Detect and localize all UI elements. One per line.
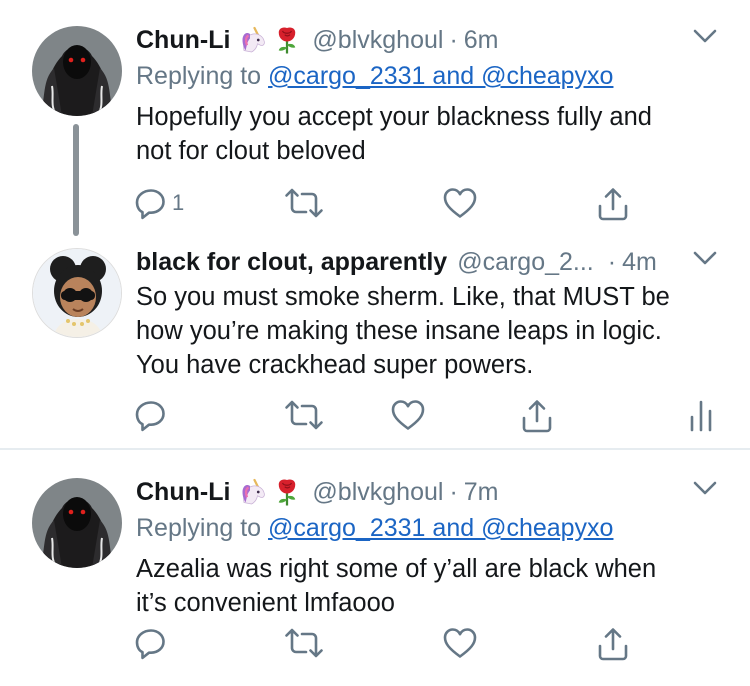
reply-button[interactable] bbox=[134, 398, 168, 432]
tweet-text-line: how you’re making these insane leaps in … bbox=[136, 317, 662, 345]
reply-icon bbox=[134, 626, 168, 660]
tweet-text: So you must smoke sherm. Like, that MUST… bbox=[136, 280, 736, 382]
chevron-down-icon[interactable] bbox=[692, 250, 718, 266]
like-button[interactable] bbox=[390, 398, 426, 432]
share-icon bbox=[596, 626, 630, 662]
tweet-text: Hopefully you accept your blackness full… bbox=[136, 100, 736, 168]
replying-prefix: Replying to bbox=[136, 514, 262, 542]
name-emoji bbox=[238, 477, 302, 507]
handle[interactable]: @blvkghoul bbox=[312, 478, 443, 507]
chevron-down-icon[interactable] bbox=[692, 480, 718, 496]
tweet[interactable]: black for clout, apparently @cargo_2... … bbox=[0, 240, 750, 450]
replying-to: Replying to @cargo_2331 and @cheapyxo bbox=[136, 514, 613, 543]
separator: · bbox=[449, 477, 458, 506]
mention-links[interactable]: @cargo_2331 and @cheapyxo bbox=[268, 62, 613, 90]
share-button[interactable] bbox=[520, 398, 554, 434]
display-name[interactable]: Chun-Li bbox=[136, 478, 230, 507]
replying-prefix: Replying to bbox=[136, 62, 262, 90]
retweet-button[interactable] bbox=[284, 186, 324, 220]
tweet-text: Azealia was right some of y’all are blac… bbox=[136, 552, 736, 620]
timestamp[interactable]: 6m bbox=[464, 26, 499, 55]
retweet-button[interactable] bbox=[284, 398, 324, 432]
rose-emoji bbox=[272, 477, 302, 507]
reply-button[interactable] bbox=[134, 626, 168, 660]
display-name[interactable]: Chun-Li bbox=[136, 26, 230, 55]
tweet-text-line: So you must smoke sherm. Like, that MUST… bbox=[136, 283, 670, 311]
name-emoji bbox=[238, 25, 302, 55]
reply-icon bbox=[134, 398, 168, 432]
tweet-actions bbox=[134, 398, 750, 438]
avatar[interactable] bbox=[32, 478, 122, 568]
analytics-button[interactable] bbox=[686, 398, 716, 432]
retweet-icon bbox=[284, 398, 324, 432]
timestamp[interactable]: 4m bbox=[622, 248, 657, 277]
tweet-header: black for clout, apparently @cargo_2... … bbox=[136, 244, 730, 280]
share-button[interactable] bbox=[596, 626, 630, 662]
heart-icon bbox=[442, 626, 478, 660]
rose-emoji bbox=[272, 25, 302, 55]
mention-links[interactable]: @cargo_2331 and @cheapyxo bbox=[268, 514, 613, 542]
tweet[interactable]: Chun-Li @blvkghoul · 7m Replying to @car… bbox=[0, 452, 750, 686]
unicorn-emoji bbox=[238, 477, 268, 507]
avatar[interactable] bbox=[32, 26, 122, 116]
avatar[interactable] bbox=[32, 248, 122, 338]
handle[interactable]: @blvkghoul bbox=[312, 26, 443, 55]
retweet-button[interactable] bbox=[284, 626, 324, 660]
thread-line bbox=[73, 124, 79, 236]
analytics-icon bbox=[686, 398, 716, 432]
heart-icon bbox=[390, 398, 426, 432]
tweet[interactable]: Chun-Li @blvkghoul · 6m Replying to @car… bbox=[0, 0, 750, 240]
retweet-icon bbox=[284, 626, 324, 660]
reply-icon bbox=[134, 186, 168, 220]
unicorn-emoji bbox=[238, 25, 268, 55]
like-button[interactable] bbox=[442, 626, 478, 660]
tweet-text-line: Hopefully you accept your blackness full… bbox=[136, 103, 652, 131]
tweet-header: Chun-Li @blvkghoul · 7m bbox=[136, 474, 730, 510]
display-name[interactable]: black for clout, apparently bbox=[136, 248, 447, 277]
heart-icon bbox=[442, 186, 478, 220]
tweet-text-line: You have crackhead super powers. bbox=[136, 351, 534, 379]
share-button[interactable] bbox=[596, 186, 630, 222]
replying-to: Replying to @cargo_2331 and @cheapyxo bbox=[136, 62, 613, 91]
retweet-icon bbox=[284, 186, 324, 220]
reply-count: 1 bbox=[172, 190, 185, 215]
tweet-text-line: not for clout beloved bbox=[136, 137, 366, 165]
share-icon bbox=[596, 186, 630, 222]
like-button[interactable] bbox=[442, 186, 478, 220]
tweet-actions: 1 bbox=[134, 186, 750, 226]
share-icon bbox=[520, 398, 554, 434]
tweet-text-line: it’s convenient lmfaooo bbox=[136, 589, 395, 617]
separator: · bbox=[449, 25, 458, 54]
tweet-actions bbox=[134, 626, 750, 666]
handle[interactable]: @cargo_2... bbox=[457, 248, 594, 277]
timestamp[interactable]: 7m bbox=[464, 478, 499, 507]
reply-button[interactable]: 1 bbox=[134, 186, 184, 220]
tweet-text-line: Azealia was right some of y’all are blac… bbox=[136, 555, 657, 583]
chevron-down-icon[interactable] bbox=[692, 28, 718, 44]
tweet-header: Chun-Li @blvkghoul · 6m bbox=[136, 22, 730, 58]
separator: · bbox=[607, 247, 617, 276]
